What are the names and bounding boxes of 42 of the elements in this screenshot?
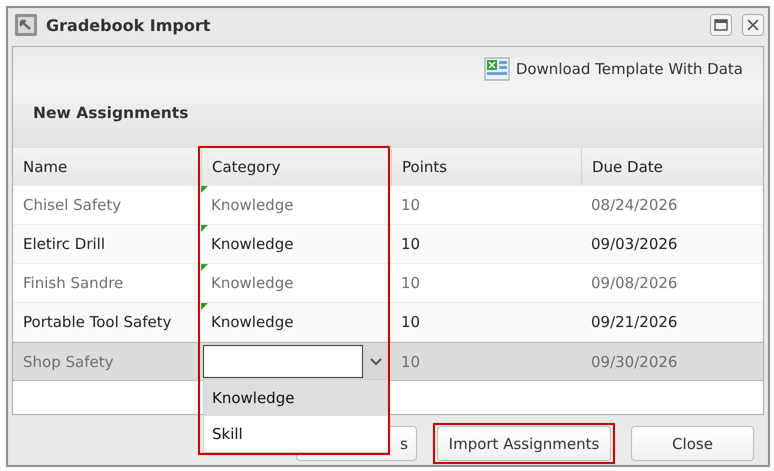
table-cell-text: 10	[400, 312, 422, 333]
table-cell-text: 10	[400, 352, 422, 372]
table-row[interactable]: Eletirc Drill Knowledge 10 09/03/2026	[13, 225, 763, 264]
table-cell: Knowledge	[201, 225, 391, 263]
table-cell-text: 10	[400, 195, 422, 216]
table-cell-text: Eletirc Drill	[22, 234, 106, 255]
table-cell-text: 09/08/2026	[590, 273, 678, 294]
table-cell-text: Finish Sandre	[22, 273, 124, 294]
table-cell-text: 08/24/2026	[590, 195, 678, 216]
table-cell-text: 09/03/2026	[590, 234, 678, 255]
table-cell: Knowledge	[201, 264, 391, 302]
spreadsheet-icon	[484, 57, 510, 81]
window-title: Gradebook Import	[46, 16, 212, 34]
column-header[interactable]: Name	[13, 148, 201, 185]
dropdown-option[interactable]: Knowledge	[204, 380, 388, 416]
column-header[interactable]: Category	[201, 148, 391, 185]
table-cell-text: 10	[400, 273, 422, 294]
table-cell-text: 09/21/2026	[590, 312, 678, 333]
app-icon	[14, 13, 38, 37]
close-icon	[747, 19, 759, 31]
table-cell: Knowledge	[201, 303, 391, 341]
chevron-down-icon	[370, 358, 382, 366]
section-title: New Assignments	[33, 104, 190, 122]
dropdown-button[interactable]	[363, 345, 389, 378]
table-row[interactable]: Finish Sandre Knowledge 10 09/08/2026	[13, 264, 763, 303]
table-cell-text: 09/30/2026	[590, 352, 678, 372]
category-input[interactable]	[203, 345, 363, 378]
table-cell-text: Portable Tool Safety	[22, 312, 172, 333]
close-button[interactable]	[742, 14, 764, 36]
dialog-button[interactable]: Close	[631, 426, 754, 461]
table-cell-text: Chisel Safety	[22, 195, 122, 216]
maximize-button[interactable]	[710, 14, 732, 36]
dialog-button[interactable]: Import Assignments	[437, 426, 611, 461]
table-cell: Knowledge	[201, 186, 391, 224]
column-header[interactable]: Points	[391, 148, 581, 185]
table-cell-text: 10	[400, 234, 422, 255]
column-header[interactable]: Due Date	[581, 148, 763, 185]
table-row[interactable]: Portable Tool Safety Knowledge 10 09/21/2026	[13, 303, 763, 342]
table-cell-text: Shop Safety	[22, 352, 114, 372]
table-row[interactable]: Chisel Safety Knowledge 10 08/24/2026	[13, 186, 763, 225]
maximize-icon	[714, 19, 728, 31]
download-template-link[interactable]: Download Template With Data	[484, 57, 743, 81]
